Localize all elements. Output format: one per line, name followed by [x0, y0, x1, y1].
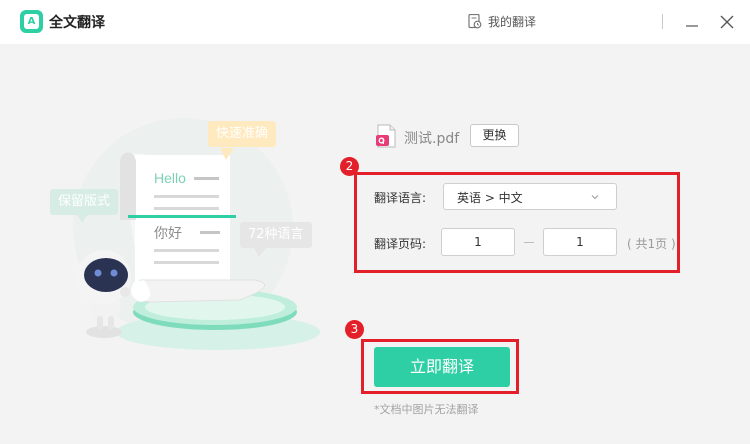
- page-range-dash: [524, 242, 534, 243]
- image-note: *文档中图片无法翻译: [374, 403, 479, 416]
- translate-logo-icon: A: [20, 10, 43, 33]
- my-translations-label: 我的翻译: [488, 15, 537, 29]
- language-select[interactable]: 英语 > 中文: [443, 183, 617, 210]
- pdf-file-icon: [376, 124, 396, 148]
- page-to-input[interactable]: [543, 228, 617, 256]
- document-clock-icon: [468, 14, 482, 29]
- titlebar-divider: [662, 14, 663, 29]
- my-translations-link[interactable]: 我的翻译: [468, 13, 536, 30]
- feature-tag-languages: 72种语言: [240, 222, 312, 248]
- chevron-down-icon: [591, 195, 599, 200]
- pages-label: 翻译页码:: [374, 237, 427, 251]
- file-name: 测试.pdf: [404, 131, 460, 147]
- step-2-badge: 2: [340, 157, 359, 176]
- translate-now-button[interactable]: 立即翻译: [374, 347, 510, 387]
- language-label: 翻译语言:: [374, 191, 427, 205]
- doc-target-text: 你好: [154, 225, 182, 241]
- doc-source-text: Hello: [154, 170, 186, 186]
- title-bar: A 全文翻译 我的翻译: [0, 0, 750, 44]
- app-title: 全文翻译: [49, 15, 105, 31]
- language-select-value: 英语 > 中文: [457, 191, 523, 205]
- change-file-button[interactable]: 更换: [470, 124, 519, 147]
- step-3-badge: 3: [345, 320, 364, 339]
- close-icon[interactable]: [719, 14, 735, 30]
- page-from-input[interactable]: [441, 228, 515, 256]
- minimize-icon[interactable]: [684, 14, 700, 30]
- feature-tag-fast: 快速准确: [208, 121, 277, 147]
- feature-tag-keep-format: 保留版式: [50, 189, 119, 215]
- total-pages: ( 共1页 ): [627, 237, 676, 251]
